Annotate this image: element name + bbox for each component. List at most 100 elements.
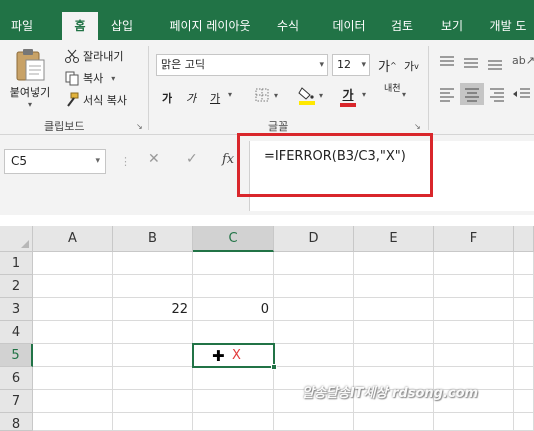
cell-a6[interactable]	[33, 367, 113, 390]
tab-review[interactable]: 검토	[382, 12, 422, 40]
cell-e3[interactable]	[354, 298, 434, 321]
cell-b1[interactable]	[113, 252, 193, 275]
font-size-combo[interactable]: 12 ▾	[332, 54, 370, 76]
cell-g8[interactable]	[514, 413, 534, 431]
row-header-8[interactable]: 8	[0, 413, 33, 431]
row-header-3[interactable]: 3	[0, 298, 33, 321]
tab-page-layout[interactable]: 페이지 레이아웃	[160, 12, 260, 40]
cell-b5[interactable]	[113, 344, 193, 367]
cell-a1[interactable]	[33, 252, 113, 275]
cell-e5[interactable]	[354, 344, 434, 367]
tab-insert[interactable]: 삽입	[104, 12, 140, 40]
cell-c1[interactable]	[193, 252, 274, 275]
cell-c7[interactable]	[193, 390, 274, 413]
cell-d4[interactable]	[274, 321, 354, 344]
grow-font-button[interactable]: 가 ^	[378, 56, 397, 75]
phonetic-button[interactable]: 내천	[384, 84, 401, 94]
tab-view[interactable]: 보기	[432, 12, 472, 40]
row-header-6[interactable]: 6	[0, 367, 33, 390]
font-name-combo[interactable]: 맑은 고딕 ▾	[156, 54, 328, 76]
cell-a8[interactable]	[33, 413, 113, 431]
cell-d5[interactable]	[274, 344, 354, 367]
cell-b2[interactable]	[113, 275, 193, 298]
shrink-font-button[interactable]: 가v	[404, 58, 419, 74]
decrease-indent-button[interactable]	[512, 86, 530, 102]
paste-button[interactable]: 붙여넣기 ▾	[8, 46, 52, 116]
cell-a2[interactable]	[33, 275, 113, 298]
tab-developer[interactable]: 개발 도	[480, 12, 534, 40]
cancel-icon[interactable]: ✕	[148, 151, 160, 167]
font-color-button[interactable]: 가	[340, 86, 356, 107]
cell-e1[interactable]	[354, 252, 434, 275]
align-middle-button[interactable]	[462, 54, 480, 70]
cell-e4[interactable]	[354, 321, 434, 344]
cell-g4[interactable]	[514, 321, 534, 344]
cell-d1[interactable]	[274, 252, 354, 275]
underline-dropdown-icon[interactable]: ▾	[228, 90, 232, 99]
cell-c6[interactable]	[193, 367, 274, 390]
fill-handle[interactable]	[271, 364, 277, 370]
align-top-button[interactable]	[438, 54, 456, 70]
row-header-5[interactable]: 5	[0, 344, 33, 367]
cell-g3[interactable]	[514, 298, 534, 321]
cell-g2[interactable]	[514, 275, 534, 298]
cell-e8[interactable]	[354, 413, 434, 431]
cell-g7[interactable]	[514, 390, 534, 413]
bold-button[interactable]: 가	[162, 90, 172, 106]
cell-g1[interactable]	[514, 252, 534, 275]
cell-d2[interactable]	[274, 275, 354, 298]
cell-b3[interactable]: 22	[113, 298, 193, 321]
column-header-g[interactable]	[514, 226, 534, 252]
row-header-2[interactable]: 2	[0, 275, 33, 298]
orientation-button[interactable]: ab↗	[512, 54, 534, 67]
column-header-b[interactable]: B	[113, 226, 193, 252]
tab-formulas[interactable]: 수식	[268, 12, 308, 40]
align-bottom-button[interactable]	[486, 54, 504, 70]
cell-b7[interactable]	[113, 390, 193, 413]
cell-b8[interactable]	[113, 413, 193, 431]
align-right-button[interactable]	[488, 86, 506, 102]
drag-handle-icon[interactable]: ⋮	[120, 155, 132, 168]
borders-button[interactable]: ▾	[254, 87, 278, 103]
cell-f8[interactable]	[434, 413, 514, 431]
select-all-button[interactable]	[0, 226, 33, 252]
cell-f3[interactable]	[434, 298, 514, 321]
cell-c4[interactable]	[193, 321, 274, 344]
cell-d8[interactable]	[274, 413, 354, 431]
cell-a4[interactable]	[33, 321, 113, 344]
underline-button[interactable]: 가	[210, 90, 220, 106]
fill-color-button[interactable]: ▾	[298, 85, 323, 105]
cell-c8[interactable]	[193, 413, 274, 431]
cell-c5[interactable]: X	[192, 343, 275, 368]
cell-f4[interactable]	[434, 321, 514, 344]
paste-dropdown-icon[interactable]: ▾	[28, 100, 32, 109]
cell-f5[interactable]	[434, 344, 514, 367]
italic-button[interactable]: 가	[186, 90, 196, 106]
cut-button[interactable]: 잘라내기	[64, 48, 123, 64]
font-color-dropdown-icon[interactable]: ▾	[362, 90, 366, 99]
cell-a5[interactable]	[33, 344, 113, 367]
column-header-d[interactable]: D	[274, 226, 354, 252]
font-launcher-icon[interactable]: ↘	[414, 122, 421, 131]
align-left-button[interactable]	[438, 86, 456, 102]
cell-c2[interactable]	[193, 275, 274, 298]
cell-a3[interactable]	[33, 298, 113, 321]
cell-c3[interactable]: 0	[193, 298, 274, 321]
phonetic-dropdown-icon[interactable]: ▾	[402, 90, 406, 99]
tab-home[interactable]: 홈	[62, 12, 98, 40]
column-header-a[interactable]: A	[33, 226, 113, 252]
clipboard-launcher-icon[interactable]: ↘	[136, 122, 143, 131]
column-header-c[interactable]: C	[193, 226, 274, 252]
cell-d3[interactable]	[274, 298, 354, 321]
cell-b4[interactable]	[113, 321, 193, 344]
align-center-button[interactable]	[460, 83, 484, 105]
name-box[interactable]: C5 ▾	[4, 149, 106, 174]
column-header-e[interactable]: E	[354, 226, 434, 252]
row-header-4[interactable]: 4	[0, 321, 33, 344]
format-painter-button[interactable]: 서식 복사	[64, 92, 127, 108]
cell-f2[interactable]	[434, 275, 514, 298]
insert-function-icon[interactable]: fx	[222, 152, 234, 167]
tab-file[interactable]: 파일	[4, 12, 40, 40]
tab-data[interactable]: 데이터	[324, 12, 374, 40]
enter-icon[interactable]: ✓	[186, 151, 198, 167]
